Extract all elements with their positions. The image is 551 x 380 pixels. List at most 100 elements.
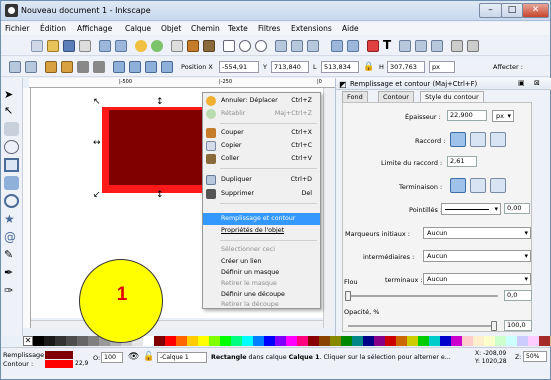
color-swatch[interactable]	[407, 336, 418, 346]
panel-restore-icon[interactable]: ▣	[518, 79, 525, 87]
print-icon[interactable]	[79, 40, 91, 52]
color-swatch[interactable]	[44, 336, 55, 346]
color-swatch[interactable]	[517, 336, 528, 346]
lock-icon[interactable]: 🔓	[143, 352, 154, 362]
menu-fichier[interactable]: Fichier	[5, 24, 30, 33]
color-swatch[interactable]	[374, 336, 385, 346]
color-swatch[interactable]	[341, 336, 352, 346]
select-all-layers-icon[interactable]	[25, 61, 37, 73]
ctx-redo[interactable]: Rétablir Maj+Ctrl+Z	[203, 108, 320, 120]
color-swatch[interactable]	[297, 336, 308, 346]
color-swatch[interactable]	[528, 336, 539, 346]
3d-box-tool-icon[interactable]	[4, 176, 19, 190]
opacity-status-input[interactable]: 100	[101, 352, 123, 363]
color-swatch[interactable]	[275, 336, 286, 346]
color-swatch[interactable]	[176, 336, 187, 346]
opacity-input[interactable]: 100,0	[504, 320, 532, 331]
pen-tool-icon[interactable]: ✒	[4, 266, 19, 280]
node-tool-icon[interactable]: ↖	[4, 104, 19, 118]
clone-icon[interactable]	[291, 40, 303, 52]
end-markers-select[interactable]: Aucun	[423, 273, 531, 285]
round-cap-button[interactable]	[470, 178, 486, 193]
stroke-unit-select[interactable]: px	[492, 110, 514, 122]
color-swatch[interactable]	[385, 336, 396, 346]
ctx-copy[interactable]: Copier Ctrl+C	[203, 140, 320, 152]
xml-editor-icon[interactable]	[399, 40, 411, 52]
menu-edition[interactable]: Édition	[40, 24, 66, 33]
color-swatch[interactable]	[286, 336, 297, 346]
ctx-select-this[interactable]: Sélectionner ceci	[203, 244, 320, 256]
color-swatch[interactable]	[66, 336, 77, 346]
resize-handle[interactable]: ↕	[156, 98, 164, 107]
color-swatch[interactable]	[33, 336, 44, 346]
ctx-fill-stroke[interactable]: Remplissage et contour	[203, 213, 320, 225]
menu-filtres[interactable]: Filtres	[258, 24, 280, 33]
color-swatch[interactable]	[198, 336, 209, 346]
color-swatch[interactable]	[242, 336, 253, 346]
rectangle-tool-icon[interactable]	[4, 158, 19, 172]
mid-markers-select[interactable]: Aucun	[423, 250, 531, 262]
unit-select[interactable]: px	[429, 61, 455, 73]
ctx-cut[interactable]: Couper Ctrl+X	[203, 127, 320, 139]
panel-close-icon[interactable]: ⊠	[534, 79, 540, 87]
color-swatch[interactable]	[462, 336, 473, 346]
menu-texte[interactable]: Texte	[228, 24, 248, 33]
ellipse-tool-icon[interactable]	[4, 194, 19, 208]
menu-calque[interactable]: Calque	[125, 24, 151, 33]
zoom-selection-icon[interactable]	[223, 40, 235, 52]
unlink-clone-icon[interactable]	[307, 40, 319, 52]
dash-offset-input[interactable]: 0,00	[504, 203, 530, 214]
resize-handle[interactable]: ↙	[93, 191, 101, 200]
color-swatch[interactable]	[330, 336, 341, 346]
color-swatch[interactable]	[319, 336, 330, 346]
lock-icon[interactable]: 🔒	[363, 62, 375, 74]
color-swatch[interactable]	[143, 336, 154, 346]
minimize-button[interactable]: –	[479, 3, 502, 18]
raise-icon[interactable]	[129, 61, 141, 73]
pencil-tool-icon[interactable]: ✎	[4, 248, 19, 262]
calligraphy-tool-icon[interactable]: ✑	[4, 284, 19, 298]
zoom-input[interactable]: 50%	[523, 351, 547, 362]
menu-chemin[interactable]: Chemin	[191, 24, 220, 33]
lower-bottom-icon[interactable]	[161, 61, 173, 73]
miter-limit-input[interactable]: 2,61	[447, 156, 477, 167]
export-icon[interactable]	[115, 40, 127, 52]
ctx-undo[interactable]: Annuler: Déplacer Ctrl+Z	[203, 95, 320, 107]
preferences-icon[interactable]	[451, 40, 463, 52]
tab-fill[interactable]: Fond	[342, 91, 368, 102]
color-swatch[interactable]	[264, 336, 275, 346]
color-swatch[interactable]	[88, 336, 99, 346]
menu-affichage[interactable]: Affichage	[77, 24, 112, 33]
spiral-tool-icon[interactable]: @	[4, 230, 19, 244]
flip-horizontal-icon[interactable]	[77, 61, 89, 73]
x-input[interactable]: -554,91	[219, 61, 259, 73]
lower-icon[interactable]	[145, 61, 157, 73]
color-swatch[interactable]	[352, 336, 363, 346]
tweak-tool-icon[interactable]	[4, 122, 19, 136]
text-tool-icon[interactable]: T	[383, 39, 395, 51]
document-properties-icon[interactable]	[467, 40, 479, 52]
resize-handle[interactable]: ↖	[93, 98, 101, 107]
rotate-ccw-icon[interactable]	[45, 61, 57, 73]
resize-handle[interactable]: ↔	[93, 139, 101, 148]
open-icon[interactable]	[47, 40, 59, 52]
color-swatch[interactable]	[495, 336, 506, 346]
import-icon[interactable]	[99, 40, 111, 52]
zoom-drawing-icon[interactable]	[239, 40, 251, 52]
select-all-icon[interactable]	[9, 61, 21, 73]
group-icon[interactable]	[331, 40, 343, 52]
color-swatch[interactable]	[539, 336, 550, 346]
fill-indicator[interactable]	[45, 351, 73, 359]
color-swatch[interactable]	[506, 336, 517, 346]
maximize-button[interactable]: □	[501, 3, 523, 18]
cut-icon[interactable]	[187, 40, 199, 52]
eye-icon[interactable]: 👁	[128, 352, 139, 362]
color-swatch[interactable]	[209, 336, 220, 346]
zoom-page-icon[interactable]	[255, 40, 267, 52]
transform-icon[interactable]	[431, 40, 443, 52]
square-cap-button[interactable]	[490, 178, 506, 193]
ctx-duplicate[interactable]: Dupliquer Ctrl+D	[203, 174, 320, 186]
color-swatch[interactable]	[440, 336, 451, 346]
flip-vertical-icon[interactable]	[93, 61, 105, 73]
color-swatch[interactable]	[231, 336, 242, 346]
